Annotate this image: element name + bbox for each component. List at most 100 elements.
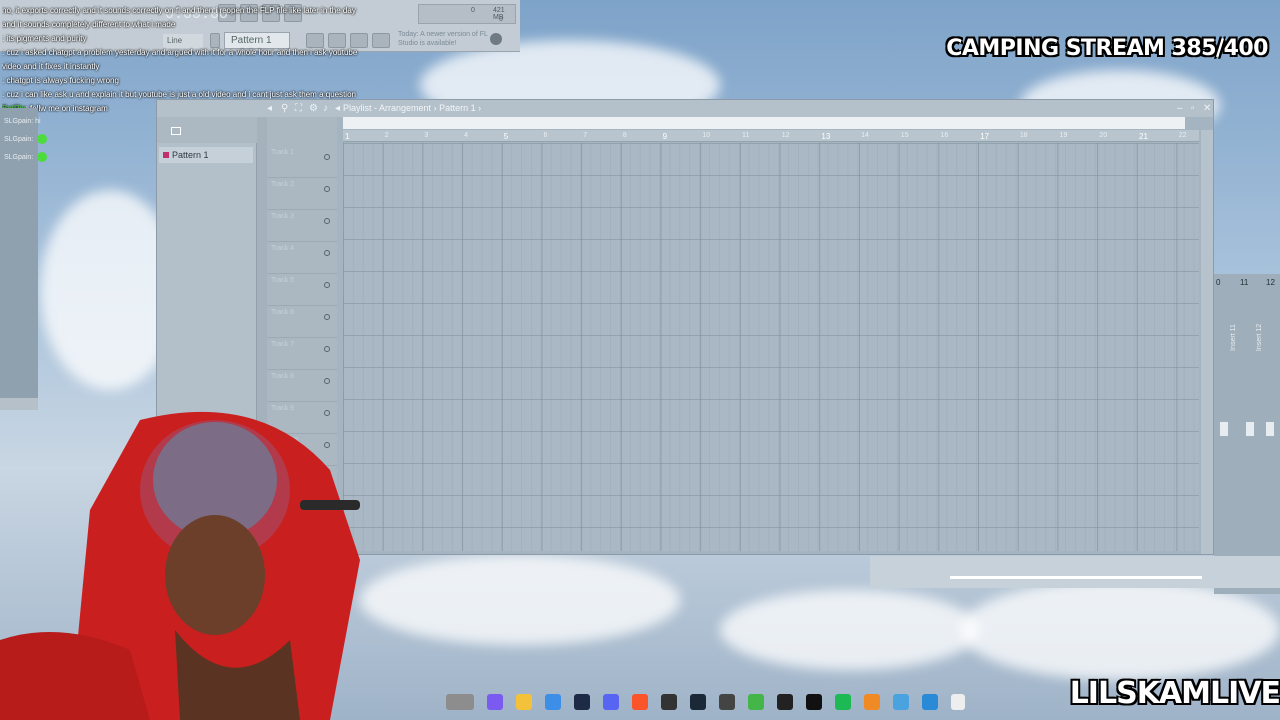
track-header[interactable]: Track 6 [267,306,337,338]
ruler-bar-number: 7 [583,132,588,139]
ruler-bar-number: 12 [781,132,790,139]
ruler-bar-number: 14 [861,132,869,139]
bluestacks-icon[interactable] [748,694,764,710]
capcut-icon[interactable] [806,694,822,710]
track-header[interactable]: Track 8 [267,370,337,402]
streamer-brand: LILSKAMLIVE [1069,676,1280,711]
track-header[interactable]: Track 4 [267,242,337,274]
minimize-icon[interactable]: – [1177,103,1183,114]
chat-message: video and it fixes it instantly [2,60,422,74]
track-name: Track 1 [271,149,295,156]
track-header[interactable]: Track 3 [267,210,337,242]
app-icon[interactable] [719,694,735,710]
chat-message: no, it exports correctly and it sounds c… [2,4,422,18]
ruler-bar-number: 3 [424,132,429,139]
taskbar [446,688,986,718]
chat-text: and it sounds completely different to wh… [2,20,176,29]
chat-text: : [31,136,34,143]
track-mute-icon[interactable] [324,346,330,352]
track-name: Track 4 [271,245,295,252]
track-mute-icon[interactable] [324,186,330,192]
fader[interactable] [1220,422,1228,436]
picker-pattern-label: Pattern 1 [172,150,209,160]
track-mute-icon[interactable] [324,250,330,256]
steam-icon[interactable] [690,694,706,710]
track-header[interactable]: Track 5 [267,274,337,306]
ruler-bar-number: 4 [464,132,468,139]
track-header[interactable]: Track 7 [267,338,337,370]
discord-icon[interactable] [603,694,619,710]
chat-extra: SLGpain: hi SLGpain: SLGpain: [4,113,48,167]
fl-studio-icon[interactable] [864,694,880,710]
ruler-bar-number: 18 [1019,132,1028,139]
ruler-bar-number: 5 [503,132,509,141]
ruler-bar-number: 20 [1099,132,1108,139]
time-marker-bar[interactable] [343,117,1185,129]
chat-message: : chatgpt is always fucking wrong [2,74,422,88]
mixer-track-number: 11 [1240,278,1249,287]
memory-value: 0 [471,7,475,14]
title-separator-2: › [478,103,482,113]
chat-message: SLGpain: [4,149,48,167]
mixer-track-number: 0 [1216,278,1221,287]
ruler-bar-number: 6 [543,132,548,139]
horizontal-scrollbar[interactable] [950,576,1202,579]
arrow-left-icon[interactable]: ◂ [335,103,340,114]
track-mute-icon[interactable] [324,314,330,320]
ruler-bar-number: 2 [384,132,389,139]
files-icon[interactable] [446,694,474,710]
picker-pattern-item[interactable]: Pattern 1 [159,147,253,163]
fader[interactable] [1266,422,1274,436]
ruler-bar-number: 16 [940,132,949,139]
track-name: Track 2 [271,181,295,188]
photos-icon[interactable] [922,694,938,710]
ruler-bar-number: 15 [900,132,909,139]
store-icon[interactable] [545,694,561,710]
mixer-track-number: 12 [1266,278,1275,287]
memory-meter: 0 421 MB 0 [418,4,516,24]
notepad-icon[interactable] [893,694,909,710]
update-icon[interactable] [490,33,502,45]
track-name: Track 7 [271,341,295,348]
chat-text: : chatgpt is always fucking wrong [2,76,119,85]
spotify-icon[interactable] [835,694,851,710]
picker-icon[interactable] [171,127,181,135]
brave-icon[interactable] [632,694,648,710]
speaker-icon[interactable]: ♪ [323,103,328,114]
folder-icon[interactable] [516,694,532,710]
ruler-bar-number: 19 [1059,132,1068,139]
file-icon[interactable] [951,694,965,710]
track-header[interactable]: Track 2 [267,178,337,210]
emote-icon [37,134,48,145]
playlist-titlebar[interactable]: ◂ ⚲ ⛶ ⚙ ♪ ◂ Playlist - Arrangement › Pat… [157,100,1213,117]
track-mute-icon[interactable] [324,154,330,160]
track-mute-icon[interactable] [324,218,330,224]
copilot-icon[interactable] [487,694,503,710]
track-header[interactable]: Track 1 [267,146,337,178]
maximize-icon[interactable]: ⛶ [295,103,302,114]
ruler-bar-number: 11 [742,132,750,139]
ruler-bar-number: 13 [821,132,831,141]
track-mute-icon[interactable] [324,378,330,384]
mixer-panel[interactable]: 0 11 12 Insert 11 Insert 12 [1214,274,1280,594]
restore-icon[interactable]: ▫ [1191,103,1195,114]
bar-ruler[interactable]: 1 2 3 4 5 6 7 8 9 10 11 12 13 14 15 16 17 18 19 20 21 22 [343,130,1199,142]
chat-text: no, it exports correctly and it sounds c… [2,6,356,15]
chat-text: : cuz i can like ask u and explain it bu… [2,90,356,99]
vertical-scrollbar[interactable] [1201,130,1213,554]
chat-username: SLGpain [4,154,32,161]
photoshop-icon[interactable] [574,694,590,710]
display-icon[interactable] [777,694,793,710]
insert-label: Insert 11 [1229,324,1237,351]
track-mute-icon[interactable] [324,282,330,288]
playlist-menu-icon[interactable]: ◂ [267,103,272,114]
zoom-icon[interactable]: ⚙ [309,103,318,114]
ruler-bar-number: 17 [980,132,990,141]
track-name: Track 5 [271,277,295,284]
fader[interactable] [1246,422,1254,436]
snap-icon[interactable]: ⚲ [281,103,288,114]
obs-icon[interactable] [661,694,677,710]
playlist-pattern-name: Pattern 1 [439,103,476,113]
close-icon[interactable]: ✕ [1203,103,1211,114]
cloud [720,590,980,670]
